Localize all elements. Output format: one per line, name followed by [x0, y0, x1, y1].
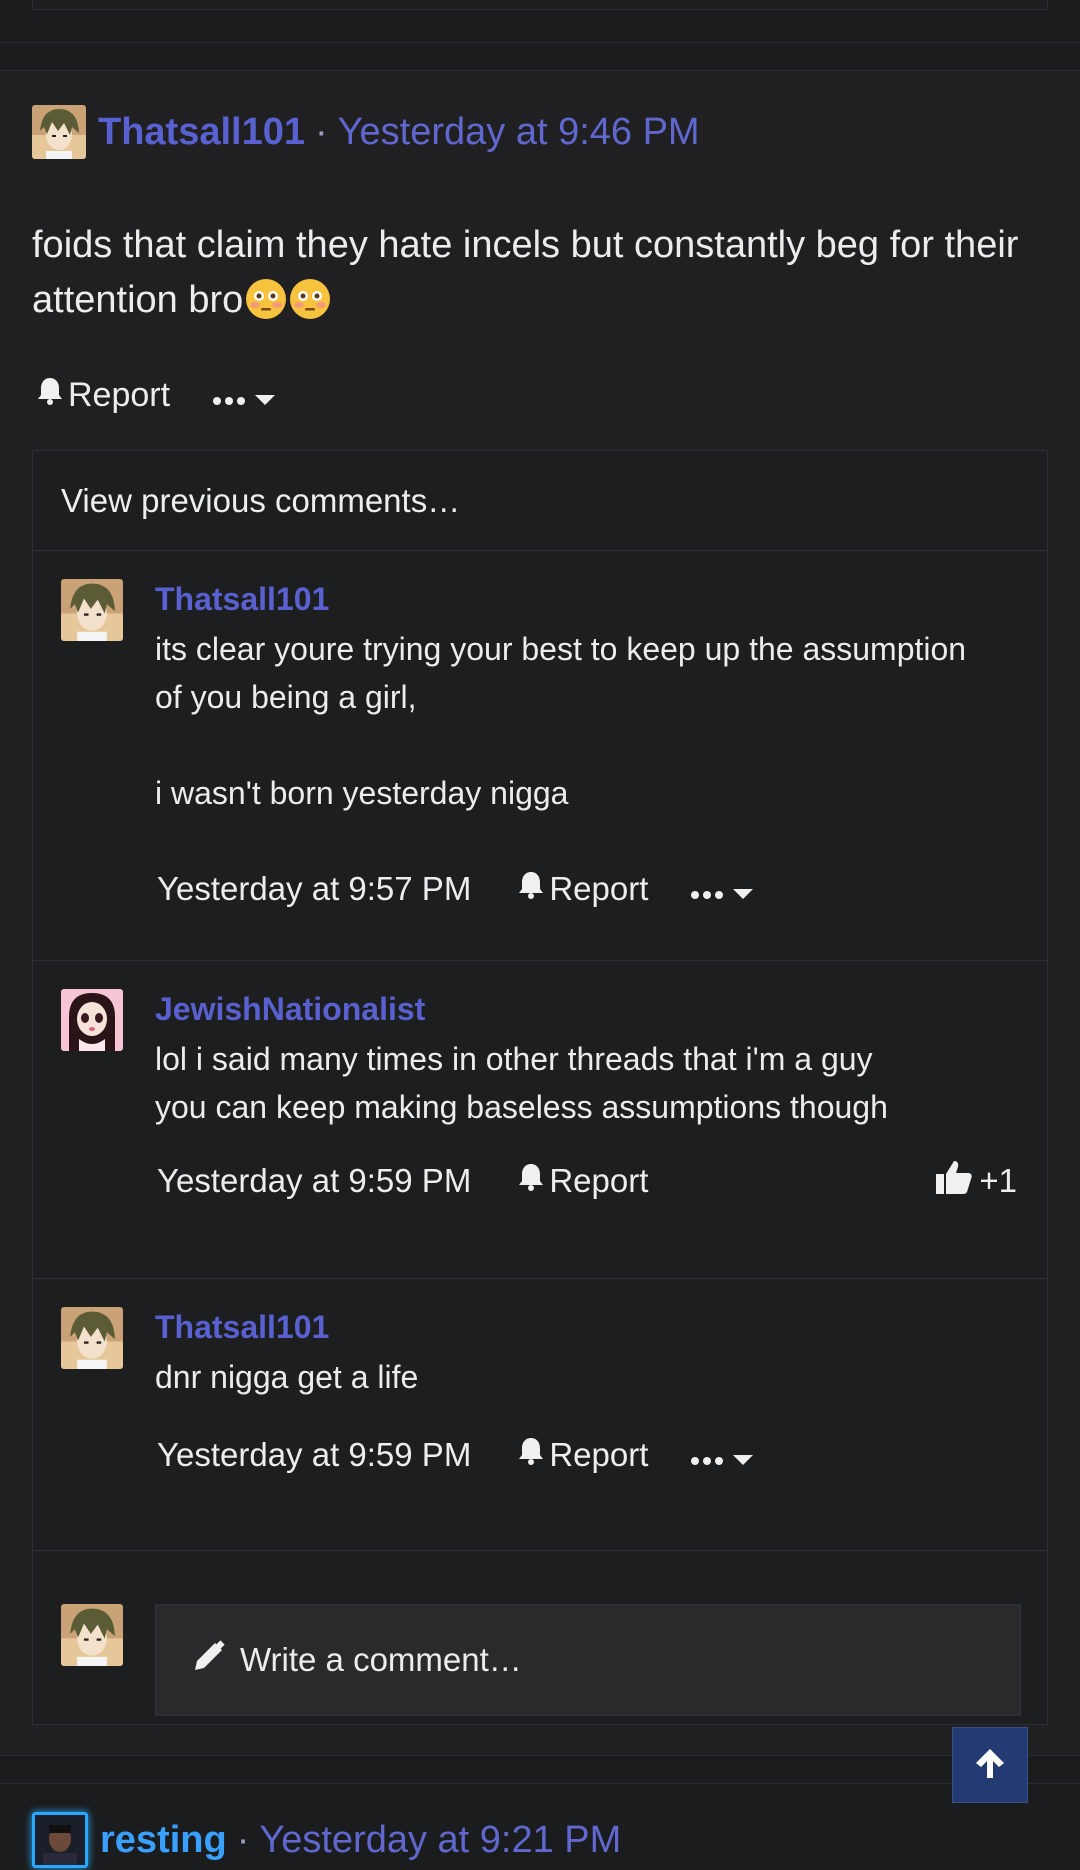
comment-meta: Yesterday at 9:59 PM Report: [157, 1157, 648, 1205]
report-label: Report: [549, 870, 649, 907]
ellipsis-icon: [212, 376, 246, 415]
previous-post-card-edge: [32, 0, 1048, 10]
comment-meta: Yesterday at 9:59 PM Report: [157, 1431, 754, 1479]
comment-item: JewishNationalist lol i said many times …: [33, 961, 1047, 1279]
avatar[interactable]: [61, 989, 123, 1051]
report-label: Report: [549, 1162, 649, 1199]
post-author-name[interactable]: Thatsall101: [98, 111, 305, 154]
next-post-timestamp[interactable]: Yesterday at 9:21 PM: [259, 1819, 621, 1862]
comment-meta: Yesterday at 9:57 PM Report: [157, 865, 754, 913]
report-button[interactable]: Report: [517, 1162, 648, 1200]
report-label: Report: [68, 375, 171, 414]
post-body-text: foids that claim they hate incels but co…: [32, 224, 1019, 321]
post-actions: Report: [36, 370, 276, 420]
post-body: foids that claim they hate incels but co…: [32, 218, 1032, 328]
bell-icon: [36, 376, 64, 415]
more-options-menu[interactable]: [690, 1436, 754, 1474]
write-comment-placeholder: Write a comment…: [240, 1641, 522, 1678]
write-comment-row: Write a comment…: [33, 1576, 1047, 1726]
flushed-face-emoji: [289, 278, 331, 320]
next-post-header: resting · Yesterday at 9:21 PM: [32, 1810, 621, 1870]
caret-down-icon: [732, 870, 754, 908]
report-button[interactable]: Report: [517, 870, 648, 908]
separator-dot: ·: [236, 1818, 250, 1861]
avatar[interactable]: [32, 105, 86, 159]
arrow-up-icon: [973, 1746, 1007, 1785]
comments-section: View previous comments… Thatsall101 its …: [32, 450, 1048, 1725]
avatar[interactable]: [61, 579, 123, 641]
flushed-face-emoji: [245, 278, 287, 320]
post-header: Thatsall101 · Yesterday at 9:46 PM: [32, 104, 700, 160]
comment-author-name[interactable]: Thatsall101: [155, 581, 329, 618]
like-count: +1: [979, 1162, 1017, 1199]
view-previous-comments-link[interactable]: View previous comments…: [33, 451, 1047, 551]
comment-author-name[interactable]: JewishNationalist: [155, 991, 425, 1028]
next-post-author-name[interactable]: resting: [100, 1819, 227, 1862]
comment-item: Thatsall101 dnr nigga get a life Yesterd…: [33, 1279, 1047, 1551]
comment-item: Thatsall101 its clear youre trying your …: [33, 551, 1047, 961]
report-button[interactable]: Report: [517, 1436, 648, 1474]
comment-text: its clear youre trying your best to keep…: [155, 631, 967, 811]
caret-down-icon: [254, 376, 276, 415]
comment-timestamp[interactable]: Yesterday at 9:57 PM: [157, 870, 471, 908]
pencil-icon: [192, 1639, 226, 1681]
like-reaction[interactable]: +1: [935, 1157, 1017, 1205]
comment-timestamp[interactable]: Yesterday at 9:59 PM: [157, 1162, 471, 1200]
bell-icon: [517, 1162, 545, 1200]
thumbs-up-icon: [935, 1159, 973, 1203]
more-options-menu[interactable]: [212, 376, 276, 415]
avatar[interactable]: [32, 1812, 88, 1868]
separator-dot: ·: [315, 110, 328, 153]
comment-text: dnr nigga get a life: [155, 1359, 419, 1395]
bell-icon: [517, 1436, 545, 1474]
comment-text: lol i said many times in other threads t…: [155, 1041, 888, 1125]
divider: [0, 42, 1080, 43]
more-options-menu[interactable]: [690, 870, 754, 908]
comment-timestamp[interactable]: Yesterday at 9:59 PM: [157, 1436, 471, 1474]
avatar[interactable]: [61, 1307, 123, 1369]
comment-author-name[interactable]: Thatsall101: [155, 1309, 329, 1346]
report-label: Report: [549, 1436, 649, 1473]
bell-icon: [517, 870, 545, 908]
ellipsis-icon: [690, 870, 724, 908]
divider: [0, 70, 1080, 71]
ellipsis-icon: [690, 1436, 724, 1474]
divider: [0, 1755, 1080, 1756]
report-button[interactable]: Report: [36, 376, 170, 415]
profile-post: Thatsall101 · Yesterday at 9:46 PM foids…: [0, 70, 1080, 1756]
write-comment-input[interactable]: Write a comment…: [155, 1604, 1021, 1716]
divider: [0, 1783, 1080, 1784]
avatar: [61, 1604, 123, 1666]
post-timestamp[interactable]: Yesterday at 9:46 PM: [338, 111, 700, 154]
scroll-to-top-button[interactable]: [952, 1727, 1028, 1803]
caret-down-icon: [732, 1436, 754, 1474]
